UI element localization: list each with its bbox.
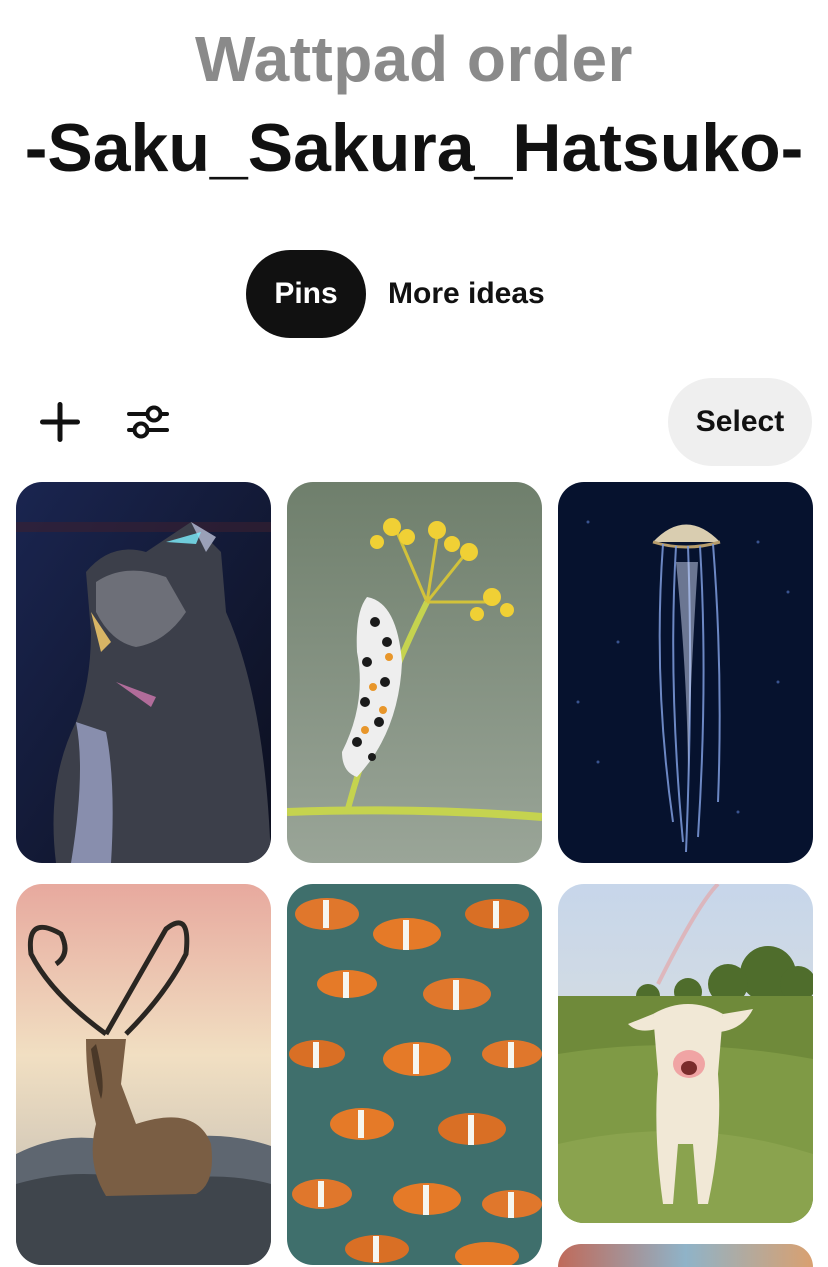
board-title: -Saku_Sakura_Hatsuko-: [24, 110, 804, 186]
partial-image: [558, 1244, 813, 1267]
pin-jellyfish[interactable]: [558, 482, 813, 863]
pin-cat[interactable]: [16, 482, 271, 863]
jellyfish-image: [558, 482, 813, 863]
clownfish-image: [287, 884, 542, 1265]
caterpillar-image: [287, 482, 542, 863]
pin-clownfish[interactable]: [287, 884, 542, 1265]
calf-image: [558, 884, 813, 1223]
sliders-icon: [127, 405, 169, 439]
add-button[interactable]: [30, 392, 90, 452]
deer-image: [16, 884, 271, 1265]
pin-deer[interactable]: [16, 884, 271, 1265]
tab-bar: Pins More ideas: [246, 250, 545, 338]
pin-partial[interactable]: [558, 1244, 813, 1267]
plus-icon: [40, 402, 80, 442]
pin-caterpillar[interactable]: [287, 482, 542, 863]
cat-image: [16, 482, 271, 863]
tab-pins[interactable]: Pins: [246, 250, 366, 338]
select-button[interactable]: Select: [668, 378, 812, 466]
pin-calf[interactable]: [558, 884, 813, 1223]
tab-more-ideas[interactable]: More ideas: [366, 250, 545, 338]
filter-button[interactable]: [118, 392, 178, 452]
board-subtitle: Wattpad order: [195, 23, 633, 95]
